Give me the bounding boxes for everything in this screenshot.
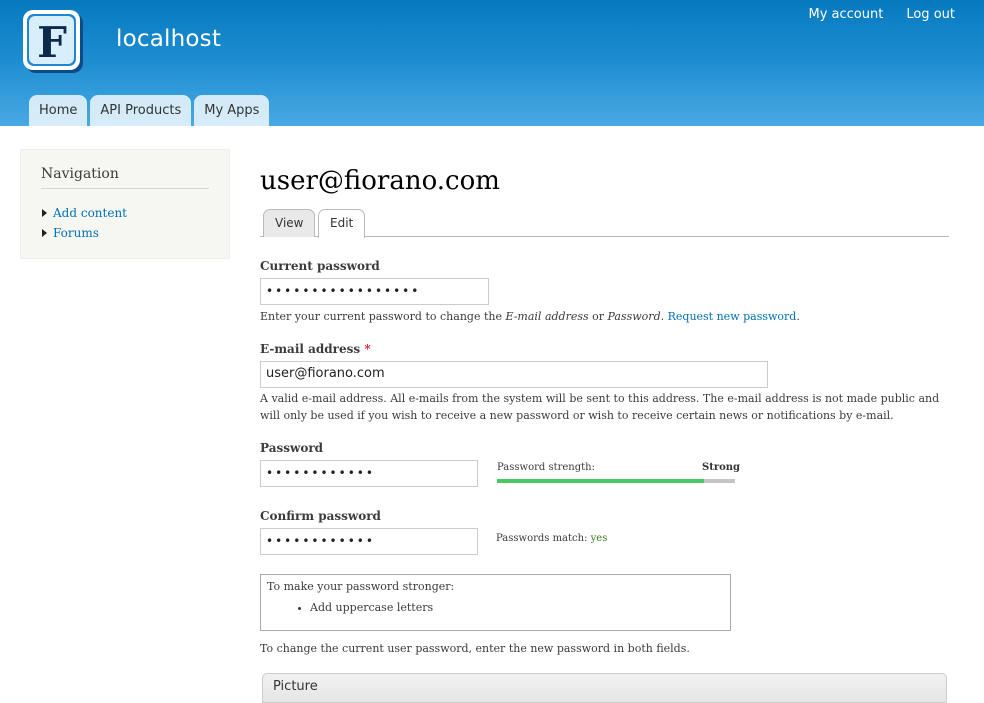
primary-tabs: View Edit <box>260 208 949 238</box>
confirm-password-input[interactable]: •••••••••••• <box>260 528 478 555</box>
password-strength-value: Strong <box>702 462 741 473</box>
navigation-title: Navigation <box>41 166 209 189</box>
required-marker: * <box>364 342 371 356</box>
site-name-link[interactable]: localhost <box>116 26 221 52</box>
current-password-desc-text: Enter your current password to change th… <box>260 310 506 323</box>
navigation-list: Add content Forums <box>41 203 209 243</box>
main-menu-my-apps[interactable]: My Apps <box>194 95 270 126</box>
confirm-password-label: Confirm password <box>260 509 381 523</box>
email-description: A valid e-mail address. All e-mails from… <box>260 392 940 422</box>
email-input[interactable]: user@fiorano.com <box>260 361 768 388</box>
nav-item-forums: Forums <box>41 223 209 243</box>
email-label-text: E-mail address <box>260 342 361 356</box>
main-menu-api-products[interactable]: API Products <box>90 95 192 126</box>
nav-item-add-content: Add content <box>41 203 209 223</box>
desc-or: or <box>588 310 608 323</box>
picture-fieldset-legend[interactable]: Picture <box>262 673 947 703</box>
passwords-match-indicator: Passwords match: yes <box>496 533 607 544</box>
site-logo-icon[interactable]: F <box>22 9 85 75</box>
logout-link[interactable]: Log out <box>906 7 955 22</box>
current-password-description: Enter your current password to change th… <box>260 308 950 325</box>
main-menu-home[interactable]: Home <box>29 95 88 126</box>
site-header: F localhost My account Log out Home API … <box>0 0 984 126</box>
desc-dot: . <box>660 310 668 323</box>
add-content-link[interactable]: Add content <box>53 206 127 220</box>
current-password-label: Current password <box>260 259 380 273</box>
svg-text:F: F <box>37 18 67 67</box>
tab-view[interactable]: View <box>263 209 316 237</box>
password-suggestions-title: To make your password stronger: <box>267 580 455 593</box>
password-strength-label: Password strength: <box>497 462 595 473</box>
passwords-match-value: yes <box>590 533 608 544</box>
desc-email-term: E-mail address <box>505 310 589 323</box>
suggestion-item: Add uppercase letters <box>310 600 724 615</box>
password-suggestions-list: Add uppercase letters <box>267 600 724 615</box>
email-label: E-mail address * <box>260 342 371 356</box>
desc-end: . <box>796 310 800 323</box>
main-menu: Home API Products My Apps <box>29 95 270 126</box>
main-content: user@fiorano.com View Edit Current passw… <box>260 160 950 703</box>
sidebar-navigation: Navigation Add content Forums <box>20 149 230 259</box>
tab-edit[interactable]: Edit <box>318 209 366 238</box>
my-account-link[interactable]: My account <box>809 7 884 22</box>
password-strength-bar <box>497 479 735 483</box>
password-change-note: To change the current user password, ent… <box>260 642 690 655</box>
password-strength-fill <box>497 479 705 483</box>
request-new-password-link[interactable]: Request new password <box>668 310 797 323</box>
current-password-input[interactable]: ••••••••••••••••• <box>260 278 489 305</box>
password-input[interactable]: •••••••••••• <box>260 460 478 487</box>
forums-link[interactable]: Forums <box>53 226 99 240</box>
secondary-menu: My account Log out <box>809 7 956 22</box>
page-title: user@fiorano.com <box>260 166 500 196</box>
desc-password-term: Password <box>607 310 661 323</box>
password-suggestions-box: To make your password stronger: Add uppe… <box>260 574 731 631</box>
passwords-match-label: Passwords match: <box>496 533 591 544</box>
password-label: Password <box>260 441 324 455</box>
